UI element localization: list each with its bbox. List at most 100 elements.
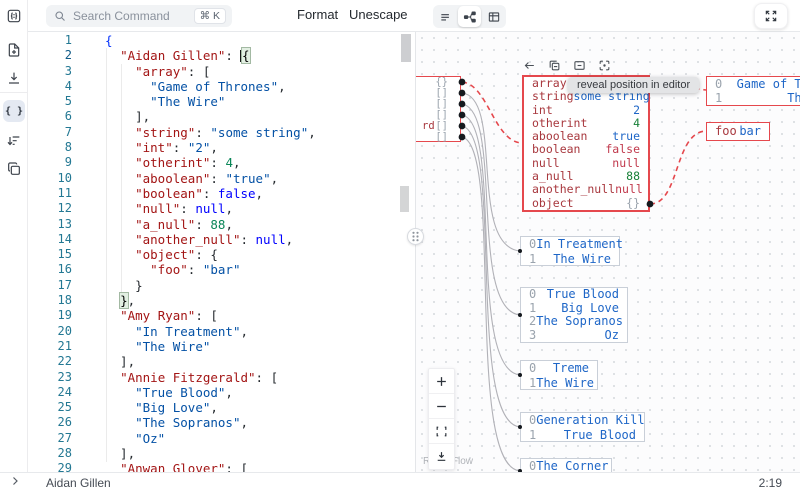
fit-view-button[interactable] [429,419,454,444]
root-object-node[interactable]: {}[][][]rd[][] [416,76,461,142]
unescape-button[interactable]: Unescape [349,7,408,22]
tooltip: reveal position in editor [568,77,699,93]
scrollbar-marker [400,186,409,212]
zoom-out-button[interactable] [429,394,454,419]
graph-controls [428,368,455,470]
code-line: "In Treatment", [105,324,316,339]
node-row: 3Oz [521,329,627,343]
line-number: 7 [28,125,88,140]
array-node-game-of-thrones[interactable]: 0Game of Thrones1The Wire [706,76,800,106]
line-number: 11 [28,186,88,201]
search-icon [54,10,66,22]
code-line: "Oz" [105,431,316,446]
line-number: 12 [28,201,88,216]
line-number: 24 [28,385,88,400]
back-icon[interactable] [522,58,537,73]
object-node-foo[interactable]: foobar [706,122,770,141]
app-window: { } Search Command ⌘ K Format Unescape [0,0,800,492]
json-editor[interactable]: 1234567891011121314151617181920212223242… [28,32,415,472]
node-row: 0In Treatment [521,237,619,252]
code-line: "Annie Fitzgerald": [ [105,370,316,385]
line-number: 21 [28,339,88,354]
line-number: 13 [28,217,88,232]
node-row: [] [416,132,460,143]
line-number: 2 [28,48,88,63]
code-line: "Big Love", [105,400,316,415]
panel-resize-handle[interactable] [407,228,424,245]
graph-view-icon[interactable] [458,6,481,27]
code-line: "object": { [105,247,316,262]
node-row: 0Game of Thrones [707,77,800,91]
zoom-in-button[interactable] [429,369,454,394]
code-line: "The Sopranos", [105,415,316,430]
array-node-alexander-skarsgard[interactable]: 0Generation Kill1True Blood [520,412,645,442]
transform-icon[interactable] [4,131,24,151]
line-number: 17 [28,278,88,293]
line-number: 4 [28,79,88,94]
node-row: int2 [524,104,648,117]
code-line: "array": [ [105,64,316,79]
line-number: 5 [28,94,88,109]
node-row: 1Big Love [521,302,627,316]
editor-scrollbar[interactable] [401,34,411,62]
node-row: 0Generation Kill [521,413,644,428]
new-file-icon[interactable] [4,40,24,60]
view-toggle [433,5,506,28]
line-number: 29 [28,461,88,472]
line-number-gutter: 1234567891011121314151617181920212223242… [28,33,88,472]
collapse-sidebar-icon[interactable] [9,475,23,489]
node-toolbar [522,56,612,74]
save-image-button[interactable] [429,444,454,469]
node-row: nullnull [524,157,648,170]
node-row: 1True Blood [521,428,644,443]
code-line: "Aidan Gillen": { [105,48,316,63]
selected-object-node[interactable]: array[]stringsome stringint2otherint4abo… [522,75,650,212]
line-number: 8 [28,140,88,155]
line-number: 18 [28,293,88,308]
node-row: abooleantrue [524,130,648,143]
code-line: "boolean": false, [105,186,316,201]
line-number: 15 [28,247,88,262]
array-node-annie-fitzgerald[interactable]: 0True Blood1Big Love2The Sopranos3Oz [520,287,628,343]
app-logo-icon[interactable] [4,6,24,26]
array-node-anwan-glover[interactable]: 0Treme1The Wire [520,360,598,390]
code-area[interactable]: { "Aidan Gillen": { "array": [ "Game of … [105,33,316,472]
code-line: "Anwan Glover": [ [105,461,316,472]
line-number: 28 [28,446,88,461]
array-node-amy-ryan[interactable]: 0In Treatment1The Wire [520,236,620,266]
line-number: 10 [28,171,88,186]
table-view-icon[interactable] [482,6,505,27]
focus-node-icon[interactable] [597,58,612,73]
download-icon[interactable] [4,68,24,88]
array-node-alice-farmer[interactable]: 0The Corner [520,458,612,472]
node-row: otherint4 [524,117,648,130]
code-line: { [105,33,316,48]
node-row: 1The Wire [707,91,800,105]
code-line: "True Blood", [105,385,316,400]
search-placeholder: Search Command [73,9,194,23]
line-number: 3 [28,64,88,79]
collapse-node-icon[interactable] [572,58,587,73]
sidebar-item-editor[interactable]: { } [3,100,25,122]
code-line: "otherint": 4, [105,155,316,170]
code-line: "int": "2", [105,140,316,155]
node-row: 0True Blood [521,288,627,302]
line-number: 25 [28,400,88,415]
line-number: 19 [28,308,88,323]
code-line: "The Wire" [105,339,316,354]
node-row: booleanfalse [524,143,648,156]
search-input[interactable]: Search Command ⌘ K [46,5,232,27]
format-button[interactable]: Format [297,7,338,22]
line-number: 27 [28,431,88,446]
line-number: 20 [28,324,88,339]
duplicate-icon[interactable] [4,159,24,179]
code-line: "another_null": null, [105,232,316,247]
line-number: 26 [28,415,88,430]
graph-canvas[interactable]: {}[][][]rd[][] array[]stringsome stringi… [416,32,800,472]
list-view-icon[interactable] [434,6,457,27]
copy-node-icon[interactable] [547,58,562,73]
sidebar: { } [0,0,28,472]
fullscreen-button[interactable] [754,3,788,29]
code-line: } [105,278,316,293]
code-line: ], [105,109,316,124]
